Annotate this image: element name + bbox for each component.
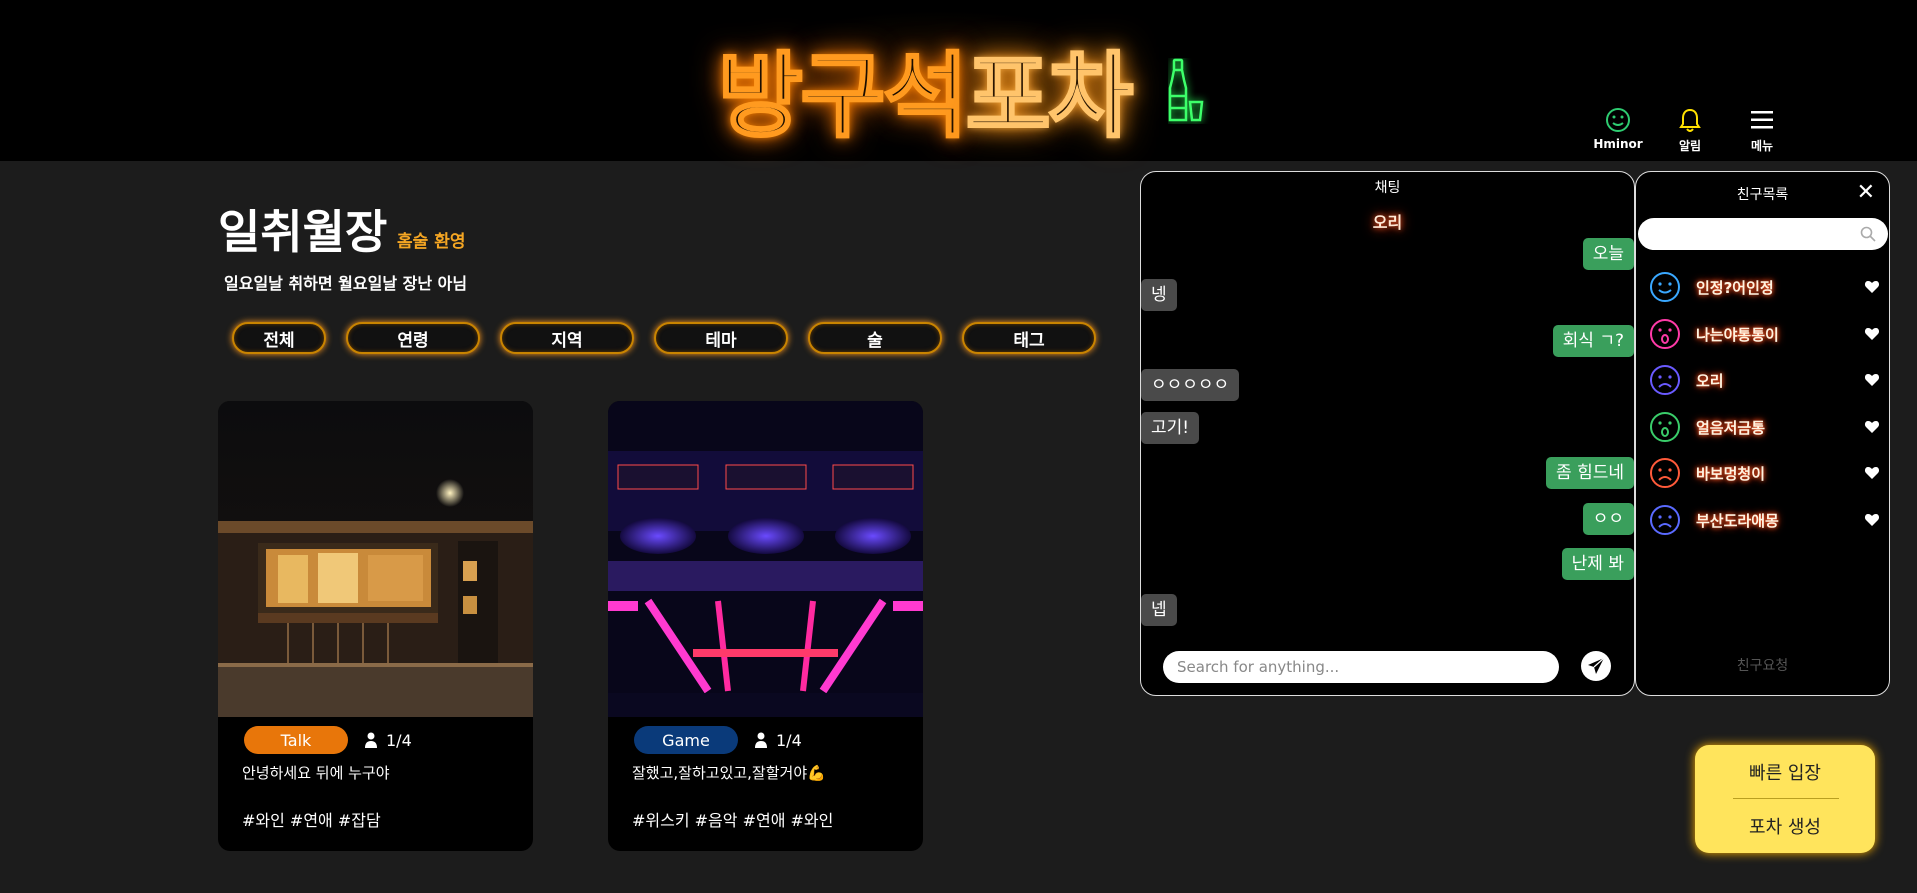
header-actions: Hminor 알림 메뉴 (1593, 105, 1787, 154)
site-logo[interactable]: 방구석포차 (700, 10, 1210, 152)
chat-partner-name: 오리 (1372, 213, 1403, 232)
send-button[interactable] (1581, 651, 1611, 681)
chat-message-received: 넵 (1141, 594, 1177, 626)
soju-bottle-icon (1168, 58, 1204, 122)
header: 방구석포차 Hminor 알림 메뉴 (0, 0, 1917, 161)
participants-count: 1/4 (754, 731, 802, 750)
heart-icon[interactable] (1864, 279, 1880, 295)
profile-button[interactable]: Hminor (1593, 105, 1643, 154)
bell-icon (1679, 108, 1701, 132)
surprised-face-icon (1650, 319, 1680, 349)
room-description: 안녕하세요 뒤에 누구야 (242, 764, 390, 782)
friend-item[interactable]: 나는야통통이 (1648, 316, 1880, 352)
create-room-button[interactable]: 포차 생성 (1695, 813, 1875, 839)
filter-theme[interactable]: 테마 (654, 322, 788, 354)
notification-button[interactable]: 알림 (1665, 105, 1715, 154)
chat-message-sent: 회식 ㄱ? (1552, 325, 1634, 357)
category-badge: Game (634, 726, 738, 754)
profile-label: Hminor (1593, 137, 1643, 151)
filter-tag[interactable]: 태그 (962, 322, 1096, 354)
logo-text-part2: 포차 (964, 42, 1134, 152)
chat-message-sent: 오늘 (1582, 238, 1634, 270)
sad-face-icon (1650, 458, 1680, 488)
filter-all[interactable]: 전체 (232, 322, 326, 354)
participants-value: 1/4 (776, 730, 802, 750)
page-title: 일취월장 (218, 205, 388, 259)
room-tags: #와인 #연애 #잡담 (242, 811, 381, 830)
heart-icon[interactable] (1864, 419, 1880, 435)
person-icon (365, 732, 377, 748)
friend-request-button[interactable]: 친구요청 (1636, 655, 1889, 675)
hamburger-menu-icon (1751, 111, 1773, 129)
logo-text-part1: 방구석 (717, 42, 970, 152)
chat-message-received: ㅇㅇㅇㅇㅇ (1141, 369, 1240, 401)
title-badge: 홈술 환영 (397, 232, 466, 252)
friend-item[interactable]: 얼음저금통 (1648, 409, 1880, 445)
sad-face-icon (1650, 505, 1680, 535)
chat-message-input[interactable] (1163, 651, 1559, 683)
person-icon (755, 732, 767, 748)
friend-search-input[interactable] (1638, 218, 1888, 250)
room-card[interactable]: Talk 1/4 안녕하세요 뒤에 누구야 #와인 #연애 #잡담 (218, 401, 533, 851)
quick-enter-button[interactable]: 빠른 입장 (1695, 759, 1875, 785)
room-description: 잘했고,잘하고있고,잘할거야💪 (632, 764, 826, 782)
paper-plane-icon (1588, 657, 1605, 674)
page-description: 일요일날 취하면 월요일날 장난 아님 (224, 274, 468, 293)
room-thumbnail (218, 401, 533, 717)
heart-icon[interactable] (1864, 372, 1880, 388)
room-card[interactable]: Game 1/4 잘했고,잘하고있고,잘할거야💪 #위스키 #음악 #연애 #와… (608, 401, 923, 851)
friend-name: 바보멍청이 (1696, 464, 1766, 483)
room-tags: #위스키 #음악 #연애 #와인 (632, 811, 834, 830)
friend-item[interactable]: 오리 (1648, 362, 1880, 398)
participants-count: 1/4 (364, 731, 412, 750)
friends-panel: 친구목록 ✕ 인정?어인정 나는야통통이 오리 얼음저금통 바보멍청이 부산도라… (1635, 171, 1890, 696)
chat-panel: 채팅 오리 오늘 넹 회식 ㄱ? ㅇㅇㅇㅇㅇ 고기! 좀 힘드네 ㅇㅇ 난제 봐… (1140, 171, 1635, 696)
menu-button[interactable]: 메뉴 (1737, 105, 1787, 154)
chat-message-received: 고기! (1141, 412, 1200, 444)
friend-name: 부산도라애몽 (1696, 511, 1779, 530)
divider (1733, 798, 1839, 799)
room-thumbnail (608, 401, 923, 717)
friend-item[interactable]: 인정?어인정 (1648, 269, 1880, 305)
category-badge: Talk (244, 726, 348, 754)
filter-age[interactable]: 연령 (346, 322, 480, 354)
heart-icon[interactable] (1864, 512, 1880, 528)
friend-name: 얼음저금통 (1696, 418, 1766, 437)
friend-name: 오리 (1696, 371, 1724, 390)
heart-icon[interactable] (1864, 465, 1880, 481)
chat-message-sent: ㅇㅇ (1582, 503, 1634, 535)
quick-actions: 빠른 입장 포차 생성 (1695, 745, 1875, 853)
friends-title: 친구목록 (1736, 187, 1789, 203)
logo-text: 방구석포차 (717, 22, 1135, 155)
filter-drink[interactable]: 술 (808, 322, 942, 354)
friend-name: 인정?어인정 (1696, 278, 1774, 297)
friend-item[interactable]: 부산도라애몽 (1648, 502, 1880, 538)
friend-item[interactable]: 바보멍청이 (1648, 455, 1880, 491)
sad-face-icon (1650, 365, 1680, 395)
chat-message-received: 넹 (1141, 279, 1177, 311)
chat-message-sent: 난제 봐 (1561, 548, 1634, 580)
heart-icon[interactable] (1864, 326, 1880, 342)
participants-value: 1/4 (386, 730, 412, 750)
menu-label: 메뉴 (1750, 139, 1774, 153)
friend-name: 나는야통통이 (1696, 325, 1779, 344)
filter-bar: 전체 연령 지역 테마 술 태그 (232, 322, 1096, 354)
smile-face-icon (1650, 272, 1680, 302)
close-icon[interactable]: ✕ (1857, 180, 1875, 205)
chat-message-sent: 좀 힘드네 (1546, 457, 1634, 489)
chat-title: 채팅 (1374, 180, 1401, 196)
surprised-face-icon (1650, 412, 1680, 442)
search-icon (1860, 226, 1876, 242)
filter-region[interactable]: 지역 (500, 322, 634, 354)
notification-label: 알림 (1678, 139, 1702, 153)
smile-icon (1606, 108, 1630, 132)
